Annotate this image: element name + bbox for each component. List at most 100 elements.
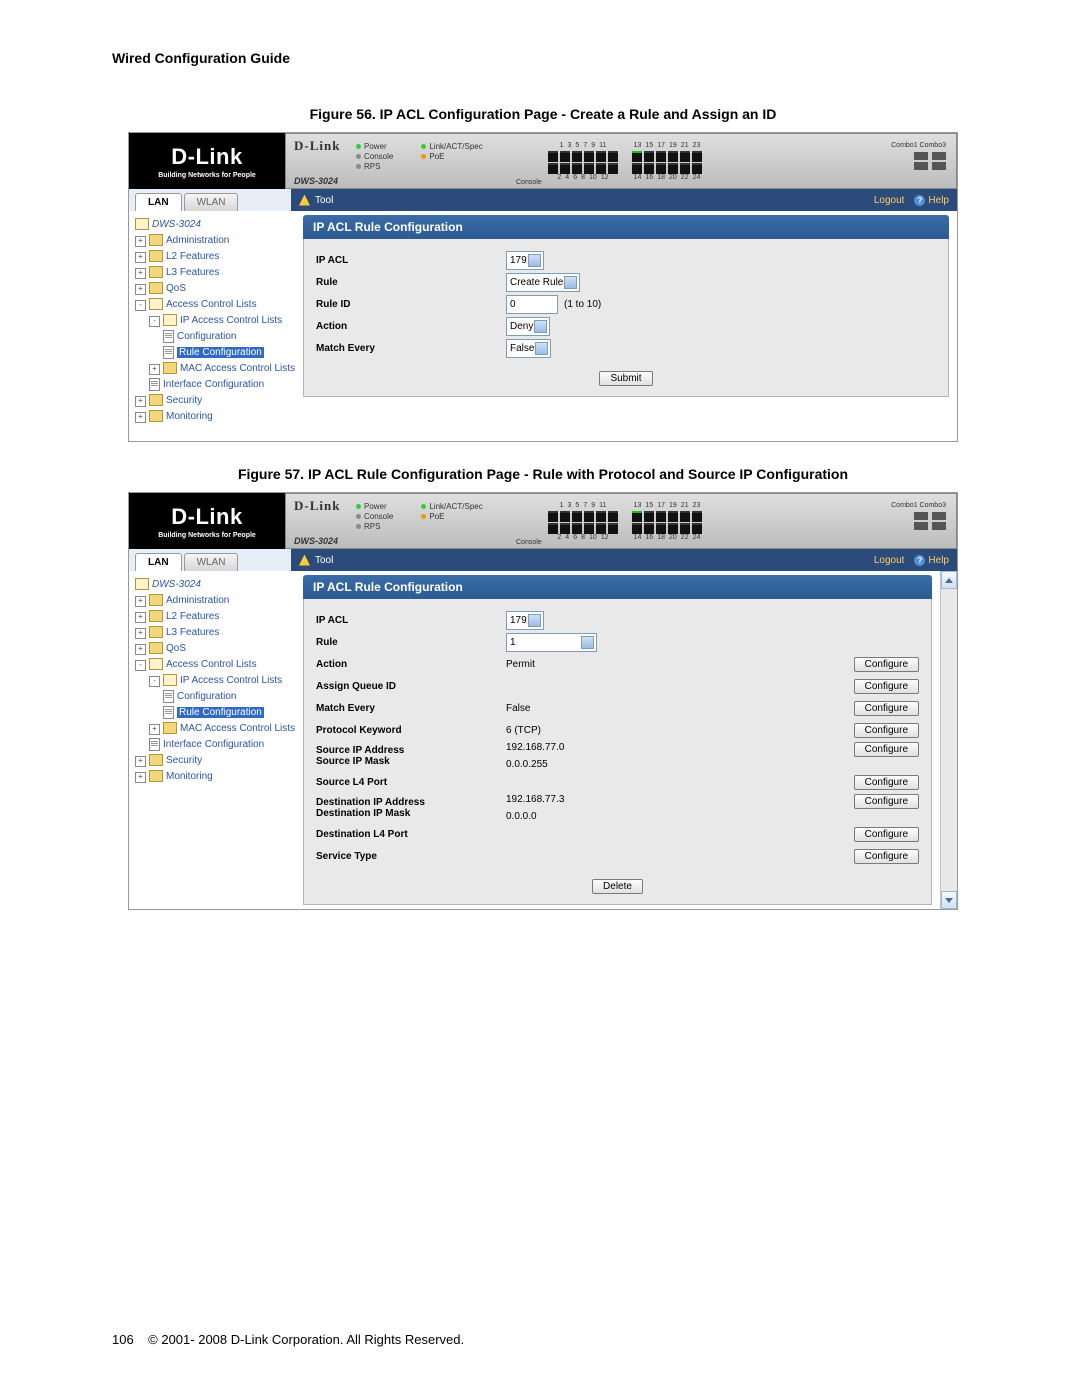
- tab-lan[interactable]: LAN: [135, 553, 182, 571]
- page-icon: [163, 330, 174, 343]
- figure-56-caption: Figure 56. IP ACL Configuration Page - C…: [112, 106, 974, 122]
- tool-menu[interactable]: Tool: [315, 555, 333, 566]
- figure-56-text: IP ACL Configuration Page - Create a Rul…: [380, 106, 777, 122]
- page-number: 106: [112, 1332, 134, 1347]
- tree-l2-features[interactable]: L2 Features: [166, 251, 219, 262]
- delete-button[interactable]: Delete: [592, 879, 643, 894]
- configure-dstl4-button[interactable]: Configure: [854, 827, 919, 842]
- matchevery-select[interactable]: False: [506, 339, 551, 358]
- ipacl-label: IP ACL: [316, 615, 506, 626]
- copyright: © 2001- 2008 D-Link Corporation. All Rig…: [148, 1332, 464, 1347]
- tree-ip-acl[interactable]: IP Access Control Lists: [180, 315, 282, 326]
- tree-administration[interactable]: Administration: [166, 595, 229, 606]
- expand-icon[interactable]: +: [135, 236, 146, 247]
- tool-icon: [299, 555, 310, 566]
- ipacl-label: IP ACL: [316, 255, 506, 266]
- source-l4-label: Source L4 Port: [316, 777, 506, 788]
- nav-tree: DWS-3024 +Administration +L2 Features +L…: [129, 571, 295, 909]
- configure-matchevery-button[interactable]: Configure: [854, 701, 919, 716]
- page-header: Wired Configuration Guide: [112, 50, 974, 66]
- configure-protocol-button[interactable]: Configure: [854, 723, 919, 738]
- tab-wlan[interactable]: WLAN: [184, 553, 239, 571]
- tree-configuration[interactable]: Configuration: [177, 331, 236, 342]
- action-value: Permit: [506, 659, 535, 670]
- toolbar: Tool Logout ?Help: [291, 189, 957, 211]
- tree-acl[interactable]: Access Control Lists: [166, 299, 257, 310]
- configure-srcip-button[interactable]: Configure: [854, 742, 919, 757]
- power-led-label: Power: [364, 142, 387, 151]
- combo-slot-icon: [914, 152, 928, 160]
- tool-icon: [299, 195, 310, 206]
- device-front-panel: D-Link DWS-3024 Power Console RPS Link/A…: [285, 133, 957, 189]
- source-ip-value: 192.168.77.0: [506, 742, 564, 753]
- vertical-scrollbar[interactable]: [940, 571, 957, 909]
- device-front-panel: D-Link DWS-3024 Power Console RPS Link/A…: [285, 493, 957, 549]
- tab-lan[interactable]: LAN: [135, 193, 182, 211]
- help-link[interactable]: ?Help: [914, 195, 949, 206]
- source-ip-label: Source IP AddressSource IP Mask: [316, 745, 506, 767]
- dest-l4-label: Destination L4 Port: [316, 829, 506, 840]
- tree-qos[interactable]: QoS: [166, 643, 186, 654]
- help-link[interactable]: ?Help: [914, 555, 949, 566]
- rule-select[interactable]: 1: [506, 633, 597, 652]
- ruleid-label: Rule ID: [316, 299, 506, 310]
- tree-mac-acl[interactable]: MAC Access Control Lists: [180, 363, 295, 374]
- scroll-up-button[interactable]: [941, 571, 957, 589]
- figure-57-text: IP ACL Rule Configuration Page - Rule wi…: [308, 466, 848, 482]
- collapse-icon[interactable]: -: [135, 300, 146, 311]
- scroll-down-button[interactable]: [941, 891, 957, 909]
- tree-security[interactable]: Security: [166, 755, 202, 766]
- matchevery-label: Match Every: [316, 703, 506, 714]
- ipacl-select[interactable]: 179: [506, 611, 544, 630]
- assign-queue-label: Assign Queue ID: [316, 681, 506, 692]
- tree-mac-acl[interactable]: MAC Access Control Lists: [180, 723, 295, 734]
- logout-link[interactable]: Logout: [874, 555, 905, 566]
- ruleid-hint: (1 to 10): [564, 299, 601, 310]
- tree-l2-features[interactable]: L2 Features: [166, 611, 219, 622]
- linkact-led-icon: [421, 144, 426, 149]
- protocol-value: 6 (TCP): [506, 725, 541, 736]
- ipacl-select[interactable]: 179: [506, 251, 544, 270]
- rule-label: Rule: [316, 637, 506, 648]
- action-select[interactable]: Deny: [506, 317, 550, 336]
- configure-srcl4-button[interactable]: Configure: [854, 775, 919, 790]
- tree-rule-configuration[interactable]: Rule Configuration: [177, 347, 264, 358]
- chevron-down-icon: [532, 258, 538, 262]
- dlink-logo: D-Link Building Networks for People: [129, 493, 285, 549]
- tab-wlan[interactable]: WLAN: [184, 193, 239, 211]
- tree-rule-configuration[interactable]: Rule Configuration: [177, 707, 264, 718]
- tree-l3-features[interactable]: L3 Features: [166, 627, 219, 638]
- configure-dstip-button[interactable]: Configure: [854, 794, 919, 809]
- tree-monitoring[interactable]: Monitoring: [166, 771, 213, 782]
- tree-administration[interactable]: Administration: [166, 235, 229, 246]
- configure-svctype-button[interactable]: Configure: [854, 849, 919, 864]
- tree-interface-config[interactable]: Interface Configuration: [163, 739, 264, 750]
- dest-ip-label: Destination IP AddressDestination IP Mas…: [316, 797, 506, 819]
- tree-qos[interactable]: QoS: [166, 283, 186, 294]
- tree-interface-config[interactable]: Interface Configuration: [163, 379, 264, 390]
- figure-57-number: Figure 57.: [238, 466, 304, 482]
- tree-configuration[interactable]: Configuration: [177, 691, 236, 702]
- tree-ip-acl[interactable]: IP Access Control Lists: [180, 675, 282, 686]
- chevron-up-icon: [945, 578, 953, 583]
- tree-monitoring[interactable]: Monitoring: [166, 411, 213, 422]
- help-icon: ?: [914, 195, 925, 206]
- screenshot-57: D-Link Building Networks for People D-Li…: [128, 492, 958, 910]
- tree-l3-features[interactable]: L3 Features: [166, 267, 219, 278]
- nav-tabs: LAN WLAN: [129, 189, 291, 211]
- ruleid-input[interactable]: [506, 295, 558, 314]
- tree-acl[interactable]: Access Control Lists: [166, 659, 257, 670]
- logout-link[interactable]: Logout: [874, 195, 905, 206]
- tree-root[interactable]: DWS-3024: [152, 219, 201, 230]
- tree-root[interactable]: DWS-3024: [152, 579, 201, 590]
- figure-56-number: Figure 56.: [310, 106, 376, 122]
- folder-icon: [135, 218, 149, 230]
- rule-select[interactable]: Create Rule: [506, 273, 580, 292]
- submit-button[interactable]: Submit: [599, 371, 652, 386]
- tool-menu[interactable]: Tool: [315, 195, 333, 206]
- configure-action-button[interactable]: Configure: [854, 657, 919, 672]
- page-footer: 106 © 2001- 2008 D-Link Corporation. All…: [112, 1332, 464, 1347]
- configure-queue-button[interactable]: Configure: [854, 679, 919, 694]
- combo-label-top: Combo1 Combo3: [891, 142, 946, 149]
- tree-security[interactable]: Security: [166, 395, 202, 406]
